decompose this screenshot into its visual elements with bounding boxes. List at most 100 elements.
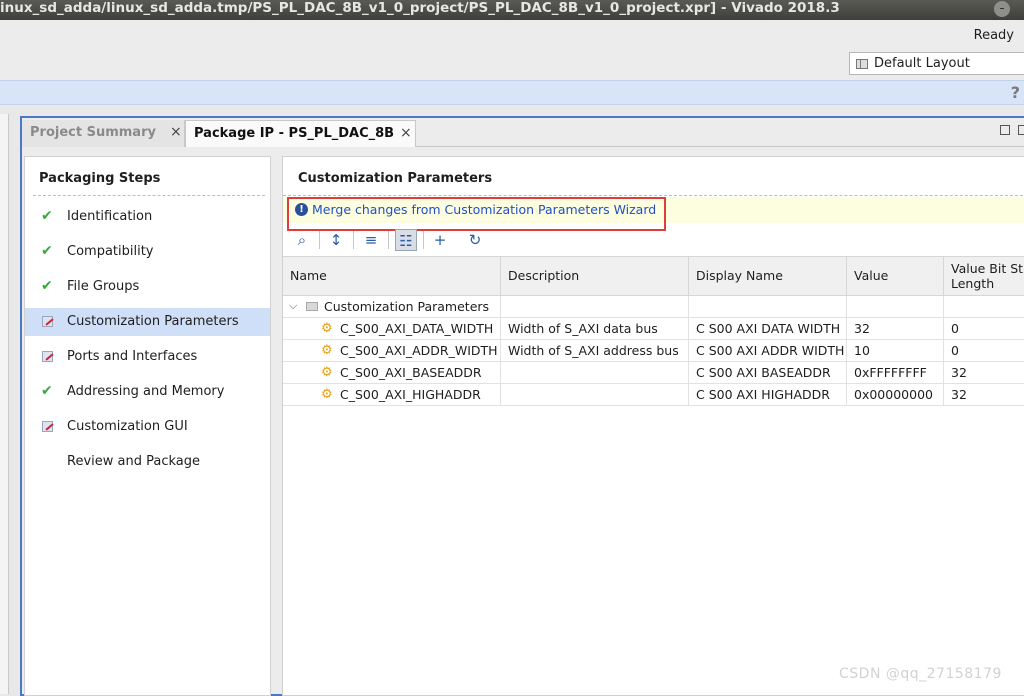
layout-select[interactable]: Default Layout	[849, 52, 1024, 75]
customization-parameters-panel: Customization Parameters ! Merge changes…	[282, 156, 1024, 696]
column-header-display-name[interactable]: Display Name	[689, 257, 847, 297]
table-row[interactable]: ⚙ C_S00_AXI_ADDR_WIDTH Width of S_AXI addr…	[283, 340, 1024, 362]
gear-icon: ⚙	[321, 321, 333, 336]
cell-length[interactable]: 0	[944, 340, 1024, 362]
packaging-step-item[interactable]: ✔ Identification	[25, 203, 270, 231]
flow-navigator-bar: ?	[0, 80, 1024, 105]
parameter-name: C_S00_AXI_DATA_WIDTH	[340, 321, 494, 336]
packaging-step-item[interactable]: Customization GUI	[25, 413, 270, 441]
edit-icon	[42, 421, 53, 432]
tab-label: Package IP - PS_PL_DAC_8B	[194, 126, 395, 141]
table-header: Name Description Display Name Value Valu…	[283, 256, 1024, 297]
table-toolbar: ⌕ ↕ ≡ ☷ + ↻	[283, 227, 1024, 253]
chevron-down-icon[interactable]: ⌵	[289, 296, 297, 316]
check-icon: ✔	[41, 208, 53, 224]
check-icon: ✔	[41, 383, 53, 399]
group-name: Customization Parameters	[324, 299, 490, 314]
packaging-step-label: Addressing and Memory	[67, 384, 225, 399]
tab-bar: Project Summary × Package IP - PS_PL_DAC…	[22, 118, 1024, 147]
restore-icon[interactable]	[1000, 125, 1010, 135]
cell-description[interactable]	[501, 362, 689, 384]
packaging-step-item[interactable]: Review and Package	[25, 448, 270, 476]
package-ip-window: Project Summary × Package IP - PS_PL_DAC…	[20, 116, 1024, 696]
divider	[423, 231, 424, 249]
column-header-name[interactable]: Name	[283, 257, 501, 297]
cell-value[interactable]: 0xFFFFFFFF	[847, 362, 944, 384]
packaging-step-label: Review and Package	[67, 454, 200, 469]
add-icon[interactable]: +	[429, 229, 451, 251]
cell-description[interactable]: Width of S_AXI data bus	[501, 318, 689, 340]
cell-display-name[interactable]: C S00 AXI DATA WIDTH	[689, 318, 847, 340]
cell-description[interactable]	[501, 384, 689, 406]
tab-label: Project Summary	[30, 125, 156, 140]
packaging-step-item[interactable]: ✔ File Groups	[25, 273, 270, 301]
window-controls	[992, 124, 1024, 139]
parameter-name: C_S00_AXI_HIGHADDR	[340, 387, 481, 402]
close-icon[interactable]: ×	[170, 120, 182, 145]
packaging-steps-title: Packaging Steps	[39, 171, 161, 186]
column-header-value[interactable]: Value	[847, 257, 944, 297]
packaging-step-label: Compatibility	[67, 244, 154, 259]
packaging-step-label: Customization GUI	[67, 419, 188, 434]
edit-icon	[42, 351, 53, 362]
maximize-icon[interactable]	[1018, 125, 1024, 135]
customization-parameters-title: Customization Parameters	[298, 171, 493, 186]
status-text: Ready	[973, 28, 1014, 43]
packaging-step-item[interactable]: Ports and Interfaces	[25, 343, 270, 371]
packaging-step-item[interactable]: ✔ Compatibility	[25, 238, 270, 266]
highlight-annotation	[287, 197, 666, 231]
parameter-name: C_S00_AXI_BASEADDR	[340, 365, 482, 380]
window-minimize-button[interactable]	[994, 1, 1010, 17]
packaging-step-item[interactable]: Customization Parameters	[25, 308, 270, 336]
cell-description[interactable]: Width of S_AXI address bus	[501, 340, 689, 362]
cell-display-name[interactable]: C S00 AXI ADDR WIDTH	[689, 340, 847, 362]
gear-icon: ⚙	[321, 343, 333, 358]
check-icon: ✔	[41, 278, 53, 294]
tab-package-ip[interactable]: Package IP - PS_PL_DAC_8B ×	[185, 120, 416, 147]
watermark: CSDN @qq_27158179	[839, 666, 1002, 682]
layout-icon	[856, 59, 868, 69]
divider	[353, 231, 354, 249]
cell-name[interactable]: ⚙ C_S00_AXI_DATA_WIDTH	[283, 318, 501, 340]
gear-icon: ⚙	[321, 387, 333, 402]
cell-length[interactable]: 32	[944, 362, 1024, 384]
cell-name[interactable]: ⚙ C_S00_AXI_ADDR_WIDTH	[283, 340, 501, 362]
table-row[interactable]: ⚙ C_S00_AXI_DATA_WIDTH Width of S_AXI data…	[283, 318, 1024, 340]
hierarchy-icon[interactable]: ☷	[395, 229, 417, 251]
layout-select-value: Default Layout	[874, 56, 970, 71]
divider	[319, 231, 320, 249]
cell-value[interactable]: 0x00000000	[847, 384, 944, 406]
tab-project-summary[interactable]: Project Summary ×	[22, 120, 185, 147]
gear-icon: ⚙	[321, 365, 333, 380]
divider	[283, 195, 1024, 196]
table-row[interactable]: ⚙ C_S00_AXI_HIGHADDR C S00 AXI HIGHADDR 0x0…	[283, 384, 1024, 406]
cell-length[interactable]: 32	[944, 384, 1024, 406]
cell-value[interactable]: 32	[847, 318, 944, 340]
cell-name[interactable]: ⚙ C_S00_AXI_HIGHADDR	[283, 384, 501, 406]
cell-length[interactable]: 0	[944, 318, 1024, 340]
cell-name[interactable]: ⚙ C_S00_AXI_BASEADDR	[283, 362, 501, 384]
cell-display-name[interactable]: C S00 AXI BASEADDR	[689, 362, 847, 384]
cell-value[interactable]: 10	[847, 340, 944, 362]
packaging-step-label: File Groups	[67, 279, 140, 294]
left-side-panel	[0, 114, 9, 694]
table-group-row[interactable]: ⌵ Customization Parameters	[283, 296, 1024, 318]
window-title-bar: inux_sd_adda/linux_sd_adda.tmp/PS_PL_DAC…	[0, 0, 1024, 20]
packaging-steps-panel: Packaging Steps ✔ Identification ✔ Compatib…	[24, 156, 271, 696]
edit-icon	[42, 316, 53, 327]
packaging-step-label: Identification	[67, 209, 153, 224]
expand-all-icon[interactable]: ≡	[360, 229, 382, 251]
parameter-name: C_S00_AXI_ADDR_WIDTH	[340, 343, 498, 358]
help-icon[interactable]: ?	[1011, 83, 1020, 102]
packaging-step-item[interactable]: ✔ Addressing and Memory	[25, 378, 270, 406]
collapse-all-icon[interactable]: ↕	[325, 229, 347, 251]
folder-icon	[306, 302, 318, 311]
column-header-description[interactable]: Description	[501, 257, 689, 297]
refresh-icon[interactable]: ↻	[464, 229, 486, 251]
packaging-step-label: Ports and Interfaces	[67, 349, 198, 364]
close-icon[interactable]: ×	[400, 121, 412, 146]
search-icon[interactable]: ⌕	[291, 229, 313, 251]
table-row[interactable]: ⚙ C_S00_AXI_BASEADDR C S00 AXI BASEADDR 0xF…	[283, 362, 1024, 384]
column-header-value-bit-length[interactable]: Value Bit St Length	[944, 257, 1024, 297]
cell-display-name[interactable]: C S00 AXI HIGHADDR	[689, 384, 847, 406]
